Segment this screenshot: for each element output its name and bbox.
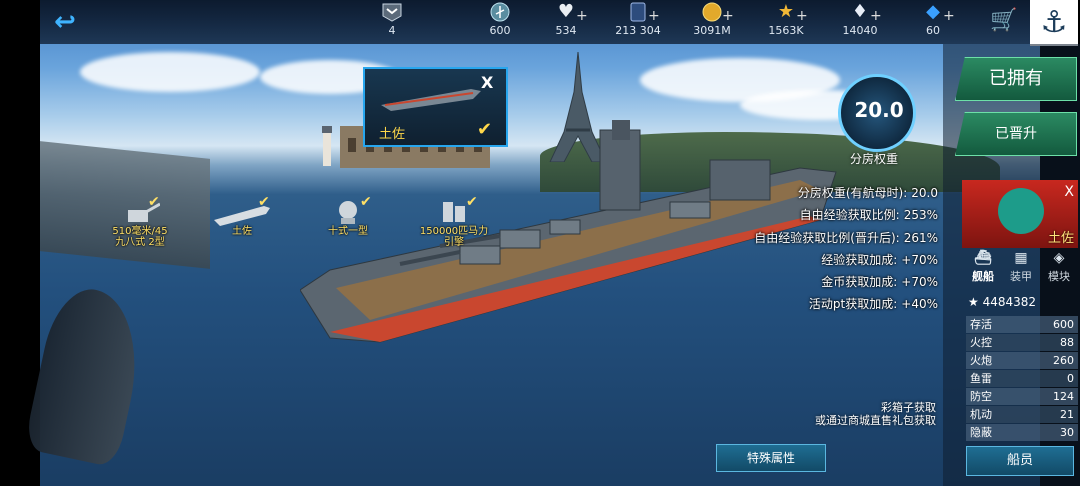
equipment-engine[interactable]: ✔ 150000匹马力 引擎 [404,194,504,248]
check-icon: ✔ [466,194,478,210]
armor-icon: ▦ [1014,250,1028,266]
stat-row: 自由经验获取比例: 253% [799,208,938,223]
plus-icon[interactable]: + [870,8,882,24]
check-icon: ✔ [258,194,270,210]
blue-gem-icon: ◆ [926,1,940,22]
back-arrow-icon[interactable]: ↩ [48,8,82,36]
tab-module[interactable]: ◈ 模块 [1040,250,1078,284]
plus-icon[interactable]: + [796,8,808,24]
equipment-main-gun[interactable]: ✔ 510毫米/45 九八式 2型 [90,194,190,248]
equipment-label: 510毫米/45 [112,226,168,237]
ship-icon: ⛴ [974,250,992,266]
sub-tabs: ⛴ 舰船 ▦ 装甲 ◈ 模块 [964,250,1078,290]
resource-card[interactable]: + 213 304 [598,2,678,42]
stat-row: 自由经验获取比例(晋升后): 261% [754,230,938,245]
attribute-row: 存活 600 [966,316,1078,333]
cloud [80,52,260,92]
attribute-row: 鱼雷 0 [966,370,1078,387]
anchor-icon[interactable]: ⚓ [1030,0,1078,46]
obtain-note: 彩箱子获取 或通过商城直售礼包获取 [760,401,936,427]
card-value: 213 304 [615,24,661,37]
promoted-button[interactable]: 已晋升 [955,112,1077,156]
resource-gold[interactable]: + 3091M [672,2,752,42]
gold-coin-icon [701,2,723,22]
anchor-coin-icon [489,2,511,22]
tab-armor[interactable]: ▦ 装甲 [1002,250,1040,284]
attribute-row: 隐蔽 30 [966,424,1078,441]
close-icon[interactable]: X [481,73,493,92]
ship-card[interactable]: X 土佐 [962,180,1078,248]
attribute-row: 火炮 260 [966,352,1078,369]
card-icon [627,2,649,22]
room-weight-label: 分房权重 [850,152,899,166]
plus-icon[interactable]: + [943,8,955,24]
obtain-note-line: 彩箱子获取 [881,401,936,414]
diamond-value: 14040 [842,24,878,37]
ship-thumbnail [381,89,481,111]
resource-gem[interactable]: ◆ + 60 [893,2,973,42]
check-icon: ✔ [477,119,493,140]
resource-diamond[interactable]: ♦ + 14040 [820,2,900,42]
gold-value: 3091M [693,24,731,37]
star-value: 1563K [768,24,804,37]
check-icon: ✔ [360,194,372,210]
ship-emblem [998,188,1044,234]
resource-heart[interactable]: ♥ + 534 [526,2,606,42]
bonus-stats: 分房权重(有航母时): 20.0 自由经验获取比例: 253% 自由经验获取比例(晋… [700,184,938,318]
ship-card-name: 土佐 [1047,231,1074,246]
attribute-row: 火控 88 [966,334,1078,351]
equipment-label: 九八式 2型 [115,237,165,248]
selected-ship-card[interactable]: X 土佐 ✔ [363,67,508,147]
equipment-label: 引擎 [444,237,464,248]
equipment-fire-control[interactable]: ✔ 十式一型 [298,194,398,237]
equipment-label: 150000匹马力 [419,226,489,237]
plus-icon[interactable]: + [648,8,660,24]
equipment-label: 十式一型 [328,226,368,237]
rank-value: 4 [388,24,396,37]
resource-star[interactable]: ★ + 1563K [746,2,826,42]
stat-row: 活动pt获取加成: +40% [808,297,938,312]
tab-ship[interactable]: ⛴ 舰船 [964,250,1002,284]
check-icon: ✔ [148,194,160,210]
module-icon: ◈ [1053,250,1065,266]
equipment-hull[interactable]: ✔ 土佐 [192,194,292,237]
room-weight-value: 20.0 [854,98,904,122]
plus-icon[interactable]: + [576,8,588,24]
rank-emblem-icon [381,2,403,22]
combat-power: ★ 4484382 [968,295,1037,309]
obtain-note-line: 或通过商城直售礼包获取 [815,414,936,427]
owned-button[interactable]: 已拥有 [955,57,1077,101]
stat-row: 经验获取加成: +70% [821,252,938,267]
resource-rank[interactable]: 4 [352,2,432,42]
star-icon: ★ [777,1,795,22]
crew-button[interactable]: 船员 [966,446,1074,476]
special-attributes-button[interactable]: 特殊属性 [716,444,826,472]
attribute-row: 防空 124 [966,388,1078,405]
attribute-row: 机动 21 [966,406,1078,423]
stat-row: 金币获取加成: +70% [821,275,938,290]
plus-icon[interactable]: + [722,8,734,24]
close-icon[interactable]: X [1064,184,1074,200]
shop-cart-icon[interactable]: 🛒 [990,8,1017,33]
room-weight-gauge: 20.0 [838,74,920,156]
heart-value: 534 [555,24,577,37]
diamond-icon: ♦ [851,1,869,22]
ship-name: 土佐 [379,127,406,142]
gem-value: 60 [926,24,940,37]
stat-row: 分房权重(有航母时): 20.0 [797,186,938,200]
star-icon: ★ [968,295,983,309]
heart-icon: ♥ [557,1,575,22]
equipment-label: 土佐 [232,226,252,237]
